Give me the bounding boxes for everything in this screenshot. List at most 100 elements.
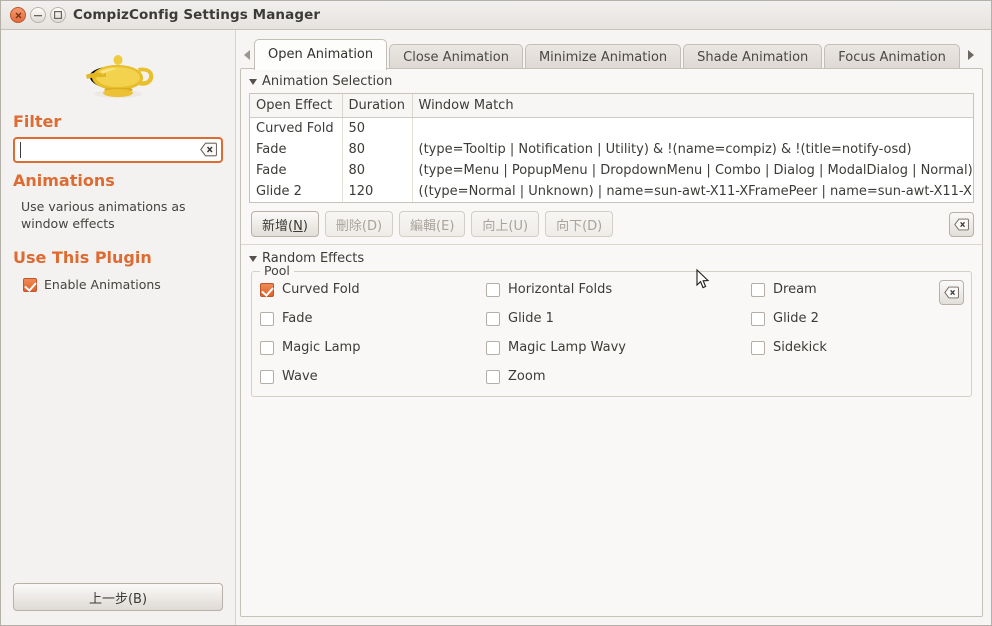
animation-selection-header[interactable]: Animation Selection	[241, 69, 982, 92]
cell-match: (type=Tooltip | Notification | Utility) …	[418, 142, 912, 157]
checkbox[interactable]	[751, 283, 765, 297]
filter-input[interactable]	[13, 137, 223, 163]
move-down-button[interactable]: 向下(D)	[545, 211, 614, 237]
table-row[interactable]: Fade 80 (type=Menu | PopupMenu | Dropdow…	[250, 160, 973, 181]
enable-animations-checkbox[interactable]	[23, 278, 37, 292]
cell-duration: 50	[342, 117, 413, 139]
pool-option-label: Glide 2	[773, 311, 819, 326]
checkbox[interactable]	[486, 283, 500, 297]
filter-field-wrap	[13, 137, 223, 163]
window-controls	[10, 7, 66, 23]
cell-match: ((type=Normal | Unknown) | name=sun-awt-…	[418, 184, 974, 199]
add-button[interactable]: 新增(N)	[251, 211, 319, 237]
move-up-button[interactable]: 向上(U)	[471, 211, 540, 237]
pool-label: Pool	[260, 263, 294, 278]
random-effects-header[interactable]: Random Effects	[241, 245, 982, 269]
plugin-heading: Animations	[13, 171, 115, 190]
pool-option-label: Dream	[773, 282, 817, 297]
reset-random-effects-button[interactable]	[939, 280, 964, 305]
pool-option-wave[interactable]: Wave	[260, 369, 486, 384]
column-window-match[interactable]: Window Match	[412, 94, 973, 118]
chevron-down-icon	[249, 255, 257, 262]
checkbox[interactable]	[486, 370, 500, 384]
checkbox[interactable]	[486, 341, 500, 355]
tab-close-animation[interactable]: Close Animation	[389, 44, 523, 70]
pool-options-grid: Curved Fold Horizontal Folds Dream Fade …	[260, 282, 963, 384]
settings-panel: Animation Selection Open Effect Duration…	[240, 68, 983, 617]
window-title: CompizConfig Settings Manager	[73, 7, 321, 23]
pool-option-zoom[interactable]: Zoom	[486, 369, 751, 384]
delete-button[interactable]: 刪除(D)	[324, 211, 394, 237]
pool-option-label: Curved Fold	[282, 282, 360, 297]
pool-option-label: Magic Lamp	[282, 340, 361, 355]
enable-animations-label: Enable Animations	[44, 277, 161, 292]
checkbox[interactable]	[260, 312, 274, 326]
checkbox[interactable]	[260, 341, 274, 355]
cell-effect: Glide 2	[250, 181, 343, 202]
pool-option-label: Zoom	[508, 369, 546, 384]
animation-selection-title: Animation Selection	[262, 74, 393, 89]
text-caret	[20, 142, 21, 158]
app-window: CompizConfig Settings Manager Filter Ani…	[0, 0, 992, 626]
reset-icon	[954, 218, 969, 230]
pool-option-label: Sidekick	[773, 340, 827, 355]
tab-focus-animation[interactable]: Focus Animation	[824, 44, 960, 70]
maximize-icon	[54, 11, 62, 19]
pool-option-fade[interactable]: Fade	[260, 311, 486, 326]
cell-effect: Fade	[250, 139, 343, 160]
chevron-down-icon	[249, 78, 257, 85]
edit-button[interactable]: 編輯(E)	[399, 211, 466, 237]
cell-duration: 80	[342, 139, 413, 160]
pool-option-magic-lamp-wavy[interactable]: Magic Lamp Wavy	[486, 340, 751, 355]
reset-animation-selection-button[interactable]	[949, 211, 974, 237]
cell-duration: 80	[342, 160, 413, 181]
pool-option-horizontal-folds[interactable]: Horizontal Folds	[486, 282, 751, 297]
checkbox[interactable]	[486, 312, 500, 326]
tab-bar: Open Animation Close Animation Minimize …	[236, 38, 991, 70]
cell-effect: Fade	[250, 160, 343, 181]
enable-animations-row[interactable]: Enable Animations	[23, 277, 223, 293]
tab-scroll-right[interactable]	[964, 40, 978, 70]
tab-open-animation[interactable]: Open Animation	[254, 39, 388, 70]
pool-option-magic-lamp[interactable]: Magic Lamp	[260, 340, 486, 355]
tab-minimize-animation[interactable]: Minimize Animation	[524, 44, 682, 70]
use-plugin-heading: Use This Plugin	[13, 248, 152, 267]
column-duration[interactable]: Duration	[342, 94, 413, 118]
back-button[interactable]: 上一步(B)	[13, 583, 223, 611]
table-row[interactable]: Glide 2 120 ((type=Normal | Unknown) | n…	[250, 181, 974, 202]
table-row[interactable]: Fade 80 (type=Tooltip | Notification | U…	[250, 139, 973, 160]
column-open-effect[interactable]: Open Effect	[250, 94, 343, 118]
magic-lamp-icon	[76, 44, 160, 100]
pool-option-glide-2[interactable]: Glide 2	[751, 311, 963, 326]
animation-selection-table: Open Effect Duration Window Match Curved…	[250, 94, 974, 202]
window-body: Filter Animations Use various animations…	[1, 30, 991, 625]
checkbox[interactable]	[260, 370, 274, 384]
pool-option-glide-1[interactable]: Glide 1	[486, 311, 751, 326]
table-row[interactable]: Curved Fold 50	[250, 117, 973, 139]
pool-option-label: Horizontal Folds	[508, 282, 613, 297]
pool-option-label: Fade	[282, 311, 313, 326]
minimize-button[interactable]	[30, 7, 46, 23]
table-header-row: Open Effect Duration Window Match	[250, 94, 973, 118]
minimize-icon	[34, 14, 42, 16]
pool-option-sidekick[interactable]: Sidekick	[751, 340, 963, 355]
checkbox[interactable]	[260, 283, 274, 297]
close-button[interactable]	[10, 7, 26, 23]
sidebar: Filter Animations Use various animations…	[1, 30, 236, 625]
tab-shade-animation[interactable]: Shade Animation	[683, 44, 823, 70]
pool-option-curved-fold[interactable]: Curved Fold	[260, 282, 486, 297]
checkbox[interactable]	[751, 341, 765, 355]
main-area: Open Animation Close Animation Minimize …	[236, 30, 991, 625]
pool-option-label: Magic Lamp Wavy	[508, 340, 626, 355]
animation-selection-table-wrap: Open Effect Duration Window Match Curved…	[249, 93, 974, 203]
maximize-button[interactable]	[50, 7, 66, 23]
close-icon	[15, 12, 21, 18]
pool-option-dream[interactable]: Dream	[751, 282, 963, 297]
tab-scroll-left[interactable]	[240, 40, 254, 70]
animation-selection-buttons: 新增(N) 刪除(D) 編輯(E) 向上(U) 向下(D)	[241, 203, 982, 244]
pool-option-label: Glide 1	[508, 311, 554, 326]
clear-icon[interactable]	[200, 142, 218, 157]
filter-heading: Filter	[13, 112, 62, 131]
checkbox[interactable]	[751, 312, 765, 326]
cell-effect: Curved Fold	[250, 117, 343, 139]
